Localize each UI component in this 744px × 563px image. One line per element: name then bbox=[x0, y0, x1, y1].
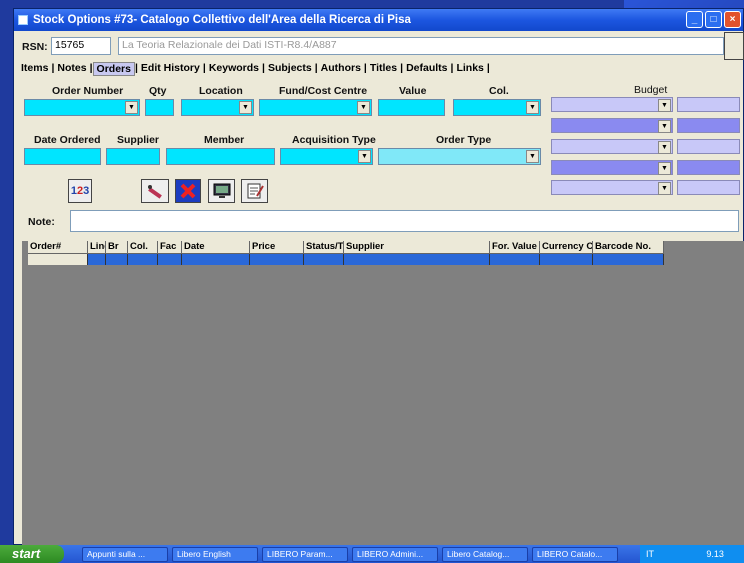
chevron-down-icon[interactable]: ▼ bbox=[658, 162, 671, 175]
clock: 9.13 bbox=[706, 549, 724, 559]
monitor-icon[interactable] bbox=[208, 179, 235, 203]
side-app-icon[interactable] bbox=[724, 32, 744, 60]
taskbar: start Appunti sulla ... Libero English L… bbox=[0, 545, 744, 563]
col-header-order[interactable]: Order# bbox=[28, 241, 88, 254]
rsn-field[interactable]: 15765 bbox=[51, 37, 111, 55]
note-label: Note: bbox=[28, 216, 55, 228]
chevron-down-icon[interactable]: ▼ bbox=[358, 150, 371, 163]
window-title: Stock Options #73- Catalogo Collettivo d… bbox=[33, 14, 411, 26]
member-field[interactable] bbox=[166, 148, 275, 165]
member-label: Member bbox=[204, 134, 245, 146]
acquisition-type-label: Acquisition Type bbox=[292, 134, 376, 146]
budget-field-5[interactable] bbox=[677, 180, 740, 195]
edit-wand-icon[interactable] bbox=[141, 179, 169, 203]
order-type-label: Order Type bbox=[436, 134, 492, 146]
table-row[interactable] bbox=[28, 254, 664, 265]
tab-links[interactable]: Links bbox=[453, 62, 486, 76]
supplier-field[interactable] bbox=[106, 148, 160, 165]
col-header-status[interactable]: Status/T bbox=[304, 241, 344, 254]
qty-label: Qty bbox=[149, 85, 167, 97]
col-label: Col. bbox=[489, 85, 509, 97]
rsn-label: RSN: bbox=[22, 41, 48, 53]
col-header-date[interactable]: Date bbox=[182, 241, 250, 254]
date-ordered-field[interactable] bbox=[24, 148, 101, 165]
maximize-button[interactable]: □ bbox=[705, 11, 722, 28]
tab-notes[interactable]: Notes bbox=[54, 62, 89, 76]
location-label: Location bbox=[199, 85, 243, 97]
col-header-for-value[interactable]: For. Value bbox=[490, 241, 540, 254]
chevron-down-icon[interactable]: ▼ bbox=[125, 101, 138, 114]
tab-defaults[interactable]: Defaults bbox=[403, 62, 450, 76]
value-label: Value bbox=[399, 85, 427, 97]
col-header-barcode[interactable]: Barcode No. bbox=[593, 241, 664, 254]
fund-combo[interactable]: ▼ bbox=[259, 99, 372, 116]
tab-subjects[interactable]: Subjects bbox=[265, 62, 315, 76]
tab-edit-history[interactable]: Edit History bbox=[138, 62, 203, 76]
budget-combo-2[interactable]: ▼ bbox=[551, 118, 673, 133]
tab-titles[interactable]: Titles bbox=[367, 62, 400, 76]
col-header-currency[interactable]: Currency Co bbox=[540, 241, 593, 254]
supplier-label: Supplier bbox=[117, 134, 160, 146]
date-ordered-label: Date Ordered bbox=[34, 134, 101, 146]
order-number-combo[interactable]: ▼ bbox=[24, 99, 140, 116]
stock-options-window: Stock Options #73- Catalogo Collettivo d… bbox=[13, 8, 744, 545]
order-number-label: Order Number bbox=[52, 85, 124, 97]
col-header-col[interactable]: Col. bbox=[128, 241, 158, 254]
col-header-line[interactable]: Line bbox=[88, 241, 106, 254]
chevron-down-icon[interactable]: ▼ bbox=[357, 101, 370, 114]
col-header-br[interactable]: Br bbox=[106, 241, 128, 254]
taskbar-item[interactable]: Libero English bbox=[172, 546, 258, 562]
grid-header: Order# Line Br Col. Fac Date Price Statu… bbox=[28, 241, 664, 254]
col-header-price[interactable]: Price bbox=[250, 241, 304, 254]
taskbar-item[interactable]: LIBERO Param... bbox=[262, 546, 348, 562]
fund-label: Fund/Cost Centre bbox=[279, 85, 368, 97]
title-field[interactable]: La Teoria Relazionale dei Dati ISTI-R8.4… bbox=[118, 37, 724, 55]
chevron-down-icon[interactable]: ▼ bbox=[526, 101, 539, 114]
tab-bar: Items | Notes | Orders | Edit History | Keyw… bbox=[18, 62, 490, 76]
budget-combo-1[interactable]: ▼ bbox=[551, 97, 673, 112]
tab-authors[interactable]: Authors bbox=[318, 62, 364, 76]
budget-label: Budget bbox=[634, 84, 668, 96]
chevron-down-icon[interactable]: ▼ bbox=[658, 141, 671, 154]
tab-keywords[interactable]: Keywords bbox=[206, 62, 262, 76]
numbering-icon[interactable]: 123 bbox=[68, 179, 92, 203]
minimize-button[interactable]: _ bbox=[686, 11, 703, 28]
orders-grid: Order# Line Br Col. Fac Date Price Statu… bbox=[22, 241, 744, 545]
location-combo[interactable]: ▼ bbox=[181, 99, 254, 116]
window-icon bbox=[18, 15, 28, 25]
chevron-down-icon[interactable]: ▼ bbox=[658, 99, 671, 112]
chevron-down-icon[interactable]: ▼ bbox=[658, 120, 671, 133]
budget-combo-3[interactable]: ▼ bbox=[551, 139, 673, 154]
note-field[interactable] bbox=[70, 210, 739, 232]
tab-items[interactable]: Items bbox=[18, 62, 51, 76]
start-button[interactable]: start bbox=[0, 545, 64, 563]
budget-combo-4[interactable]: ▼ bbox=[551, 160, 673, 175]
order-type-combo[interactable]: ▼ bbox=[378, 148, 541, 165]
language-indicator[interactable]: IT bbox=[646, 549, 654, 559]
system-tray: IT 9.13 bbox=[640, 545, 744, 563]
budget-field-3[interactable] bbox=[677, 139, 740, 154]
taskbar-item[interactable]: LIBERO Admini... bbox=[352, 546, 438, 562]
budget-field-4[interactable] bbox=[677, 160, 740, 175]
taskbar-item[interactable]: LIBERO Catalo... bbox=[532, 546, 618, 562]
qty-field[interactable] bbox=[145, 99, 174, 116]
taskbar-item[interactable]: Appunti sulla ... bbox=[82, 546, 168, 562]
value-field[interactable] bbox=[378, 99, 445, 116]
budget-combo-5[interactable]: ▼ bbox=[551, 180, 673, 195]
taskbar-item[interactable]: Libero Catalog... bbox=[442, 546, 528, 562]
col-combo[interactable]: ▼ bbox=[453, 99, 541, 116]
tab-orders[interactable]: Orders bbox=[92, 62, 135, 76]
col-header-supplier[interactable]: Supplier bbox=[344, 241, 490, 254]
col-header-fac[interactable]: Fac bbox=[158, 241, 182, 254]
acquisition-type-combo[interactable]: ▼ bbox=[280, 148, 373, 165]
delete-icon[interactable] bbox=[175, 179, 201, 203]
budget-field-1[interactable] bbox=[677, 97, 740, 112]
chevron-down-icon[interactable]: ▼ bbox=[239, 101, 252, 114]
budget-field-2[interactable] bbox=[677, 118, 740, 133]
close-button[interactable]: × bbox=[724, 11, 741, 28]
chevron-down-icon[interactable]: ▼ bbox=[526, 150, 539, 163]
form-edit-icon[interactable] bbox=[241, 179, 268, 203]
title-bar: Stock Options #73- Catalogo Collettivo d… bbox=[14, 9, 743, 31]
chevron-down-icon[interactable]: ▼ bbox=[658, 182, 671, 195]
